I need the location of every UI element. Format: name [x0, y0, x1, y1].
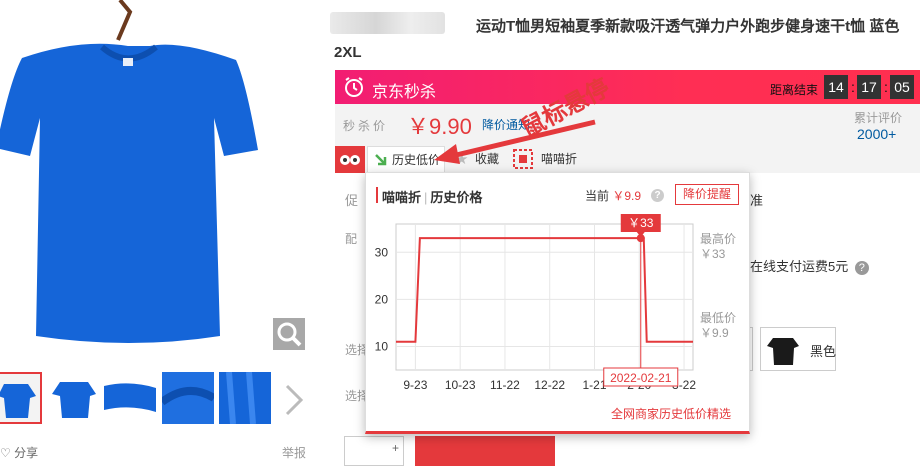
delivery-label: 配 — [345, 232, 358, 246]
countdown-colon: : — [851, 79, 855, 95]
black-tshirt-thumbnail — [767, 338, 799, 365]
popup-title: 喵喵折 | 历史价格 — [382, 190, 483, 205]
countdown-minutes: 17 — [857, 75, 881, 99]
price-line — [396, 237, 693, 343]
quantity-stepper[interactable]: + — [344, 436, 404, 466]
promo-partial-text: 准 — [750, 193, 764, 208]
promo-label: 促 — [345, 193, 359, 208]
popup-current-price: 当前 ￥9.9 — [585, 189, 642, 203]
tooltip-price: ￥33 — [628, 216, 654, 230]
countdown-label: 距离结束 — [770, 83, 819, 97]
countdown-hours: 14 — [824, 75, 848, 99]
x-tick-label: 11-22 — [490, 378, 520, 392]
zoom-button[interactable] — [273, 318, 305, 350]
countdown-colon: : — [884, 79, 888, 95]
legend-low: 最低价 ￥9.9 — [700, 311, 737, 340]
tooltip-date: 2022-02-21 — [610, 371, 672, 385]
chart-frame — [395, 223, 694, 371]
price-history-chart: 102030 9-2310-2311-2212-221-212-203-22 ￥… — [375, 214, 696, 392]
magnifier-icon — [277, 322, 302, 347]
legend-high: 最高价 ￥33 — [700, 232, 737, 261]
add-to-cart-button[interactable] — [415, 436, 555, 466]
countdown-seconds: 05 — [890, 75, 914, 99]
x-tick-label: 10-23 — [445, 378, 476, 392]
thumbnail-next-button[interactable] — [282, 383, 306, 417]
reviews-count[interactable]: 2000+ — [857, 126, 896, 142]
thumbnail-2[interactable] — [48, 372, 100, 424]
cat-logo-icon — [335, 146, 365, 173]
trend-down-icon — [375, 154, 387, 166]
popup-title-bar — [376, 187, 378, 203]
alarm-clock-icon — [345, 77, 363, 97]
thumbnail-5[interactable] — [219, 372, 271, 424]
annotation-arrow-icon — [434, 119, 596, 164]
flash-sale-label: 京东秒杀 — [372, 84, 437, 101]
chevron-right-icon — [285, 384, 304, 416]
product-title: 运动T恤男短袖夏季新款吸汗透气弹力户外跑步健身速干t恤 蓝色 2XL — [334, 18, 900, 61]
popup-footer-link[interactable]: 全网商家历史低价精选 — [611, 405, 731, 422]
y-tick-label: 10 — [375, 339, 389, 353]
price-alert-button[interactable]: 降价提醒 — [675, 184, 739, 205]
shipping-text: 在线支付运费5元 ? — [750, 256, 869, 275]
price-label: 秒杀价 — [343, 119, 389, 133]
x-tick-label: 12-22 — [534, 378, 565, 392]
main-product-image[interactable] — [0, 0, 320, 352]
help-icon[interactable]: ? — [651, 189, 664, 202]
color-option-label: 黑色 — [810, 344, 837, 359]
chart-grid — [395, 223, 694, 371]
help-icon[interactable]: ? — [854, 261, 869, 275]
thumbnail-3[interactable] — [104, 372, 156, 424]
plugin-tab-row: 历史低价 ★ 收藏 喵喵折 — [335, 146, 920, 173]
y-tick-label: 20 — [375, 292, 389, 306]
reviews-label: 累计评价 — [854, 111, 903, 125]
date-tooltip: 2022-02-21 — [603, 367, 679, 387]
thumbnail-1[interactable] — [0, 372, 42, 424]
thumbnail-4[interactable] — [162, 372, 214, 424]
x-tick-label: 1-21 — [582, 378, 606, 392]
x-tick-label: 9-23 — [403, 378, 427, 392]
y-tick-label: 30 — [375, 245, 389, 259]
price-tooltip: ￥33 — [620, 214, 661, 237]
chart-y-ticks: 10 20 30 — [375, 245, 389, 353]
